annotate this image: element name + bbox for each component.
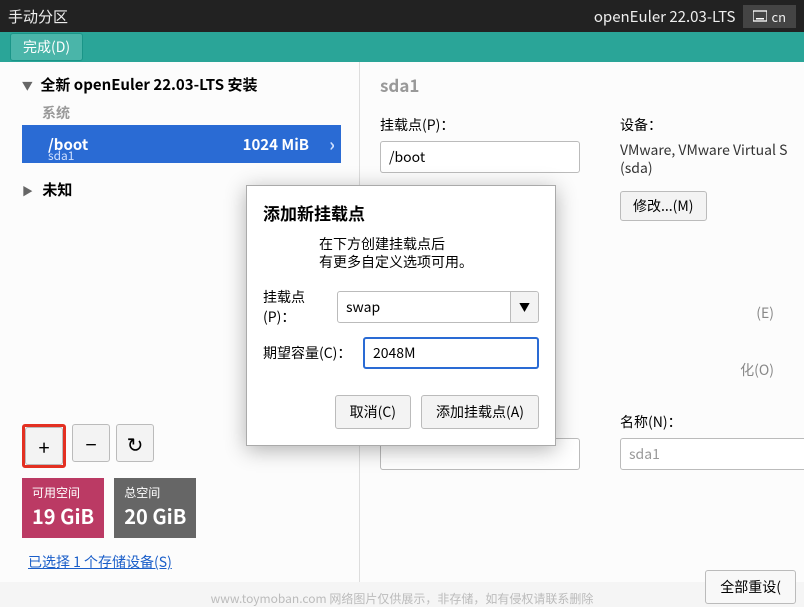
dialog-title: 添加新挂载点 [263, 200, 539, 225]
format-hint: 化(O) [740, 360, 774, 380]
dropdown-toggle[interactable]: ▼ [510, 292, 538, 322]
mountpoint-label: 挂载点(P)： [380, 115, 580, 135]
space-summary: 可用空间 19 GiB 总空间 20 GiB [22, 478, 341, 538]
keyboard-indicator[interactable]: cn [743, 5, 796, 28]
chevron-right-icon: ▶ [22, 183, 33, 199]
dialog-mount-label: 挂载点(P)： [263, 287, 329, 327]
mountpoint-input[interactable] [380, 141, 580, 173]
name-label: 名称(N)： [620, 412, 804, 432]
footer-watermark: www.toymoban.com 网络图片仅供展示，非存储，如有侵权请联系删除 [211, 590, 594, 607]
detail-title: sda1 [380, 72, 788, 97]
name-input [620, 438, 804, 470]
chevron-down-icon: ▶ [20, 81, 36, 92]
tree-install-heading[interactable]: ▶ 全新 openEuler 22.03-LTS 安装 [22, 70, 341, 99]
keyboard-icon [753, 7, 767, 26]
dialog-mount-combo[interactable]: ▼ [337, 291, 539, 323]
partition-size: 1024 MiB [243, 134, 309, 155]
reload-button[interactable]: ↻ [116, 424, 154, 462]
total-space: 总空间 20 GiB [114, 478, 196, 538]
dialog-capacity-label: 期望容量(C)： [263, 343, 355, 363]
partition-row-boot[interactable]: /boot sda1 1024 MiB › [22, 125, 341, 163]
device-label: 设备： [620, 115, 788, 135]
add-partition-button[interactable]: + [25, 427, 63, 465]
add-mountpoint-dialog: 添加新挂载点 在下方创建挂载点后有更多自定义选项可用。 挂载点(P)： ▼ 期望… [246, 185, 556, 446]
window-title: 手动分区 [8, 6, 68, 27]
os-name: openEuler 22.03-LTS [594, 6, 736, 27]
reload-icon: ↻ [127, 429, 144, 458]
capacity-hint: (E) [756, 303, 774, 323]
chevron-right-icon: › [329, 131, 335, 157]
chevron-down-icon: ▼ [519, 299, 530, 315]
tree-system-label: 系统 [22, 99, 341, 125]
dialog-capacity-input[interactable] [363, 337, 539, 369]
dialog-description: 在下方创建挂载点后有更多自定义选项可用。 [319, 235, 539, 271]
dialog-mount-input[interactable] [338, 292, 510, 322]
action-bar: 完成(D) [0, 32, 804, 62]
available-space: 可用空间 19 GiB [22, 478, 104, 538]
done-button[interactable]: 完成(D) [10, 33, 83, 61]
modify-device-button[interactable]: 修改...(M) [620, 191, 707, 221]
reset-all-button[interactable]: 全部重设( [705, 570, 796, 604]
add-mountpoint-button[interactable]: 添加挂载点(A) [421, 395, 539, 429]
selected-storage-link[interactable]: 已选择 1 个存储设备(S) [22, 552, 341, 572]
cancel-button[interactable]: 取消(C) [335, 395, 411, 429]
remove-partition-button[interactable]: − [72, 424, 110, 462]
device-value: VMware, VMware Virtual S (sda) [620, 141, 788, 177]
titlebar: 手动分区 openEuler 22.03-LTS cn [0, 0, 804, 32]
partition-device: sda1 [48, 147, 74, 164]
